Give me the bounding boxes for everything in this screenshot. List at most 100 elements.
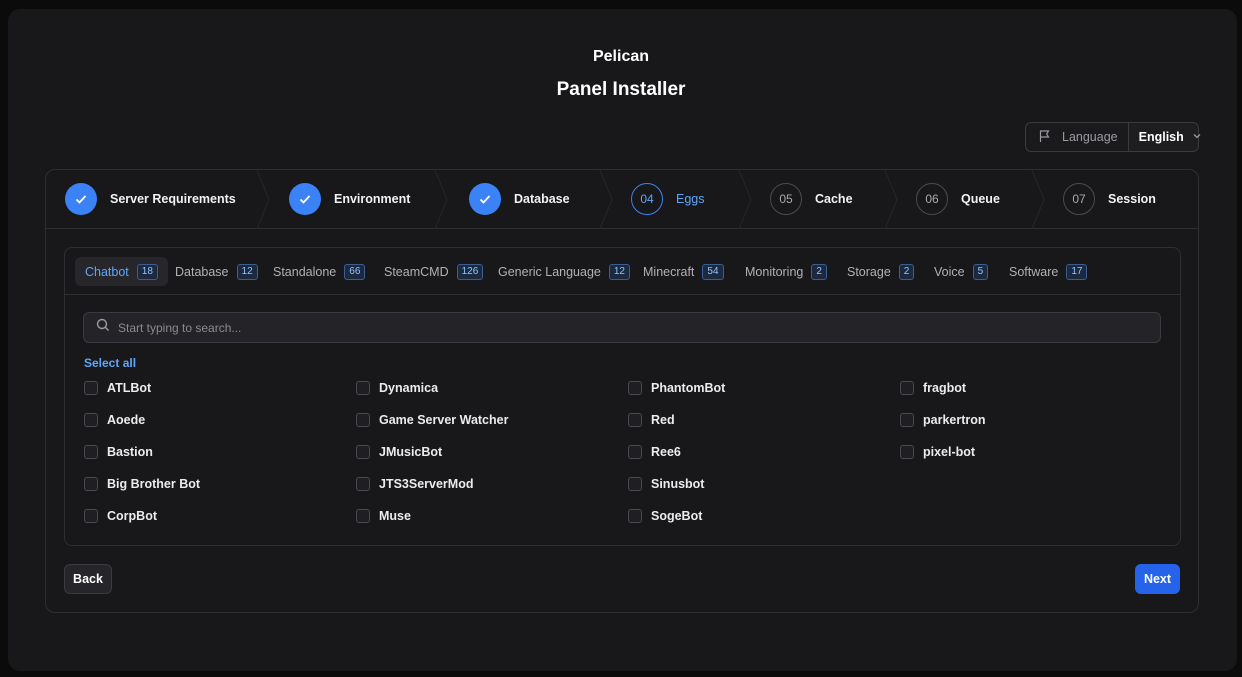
language-selector[interactable]: Language English	[1025, 122, 1201, 152]
checkbox[interactable]	[900, 381, 914, 395]
checkbox[interactable]	[84, 445, 98, 459]
tab-minecraft[interactable]: Minecraft 54	[633, 257, 734, 286]
step-server-requirements[interactable]: Server Requirements	[65, 183, 236, 215]
egg-option[interactable]: Bastion	[84, 445, 153, 459]
checkbox[interactable]	[900, 413, 914, 427]
egg-option[interactable]: JMusicBot	[356, 445, 442, 459]
egg-label: Sinusbot	[651, 477, 705, 491]
step-separator	[884, 170, 898, 229]
step-queue[interactable]: 06 Queue	[916, 183, 1000, 215]
egg-label: Muse	[379, 509, 411, 523]
installer-wizard: Server Requirements Environment Database…	[45, 169, 1199, 613]
search-input[interactable]	[118, 320, 1118, 335]
egg-option[interactable]: Red	[628, 413, 675, 427]
egg-label: JTS3ServerMod	[379, 477, 474, 491]
checkbox[interactable]	[628, 509, 642, 523]
step-separator	[738, 170, 752, 229]
checkbox[interactable]	[628, 477, 642, 491]
tab-database[interactable]: Database 12	[165, 257, 268, 286]
checkbox[interactable]	[356, 413, 370, 427]
step-label: Cache	[815, 192, 853, 206]
tab-count-badge: 2	[898, 263, 915, 280]
check-icon	[289, 183, 321, 215]
egg-option[interactable]: SogeBot	[628, 509, 702, 523]
checkbox[interactable]	[900, 445, 914, 459]
tab-label: Database	[175, 264, 229, 279]
search-icon	[96, 318, 110, 337]
tab-label: Storage	[847, 264, 891, 279]
egg-option[interactable]: Sinusbot	[628, 477, 704, 491]
app-name: Pelican	[592, 48, 650, 65]
step-database[interactable]: Database	[469, 183, 570, 215]
step-label: Eggs	[676, 192, 705, 206]
tab-standalone[interactable]: Standalone 66	[263, 257, 375, 286]
egg-option[interactable]: pixel-bot	[900, 445, 975, 459]
tab-label: SteamCMD	[384, 264, 449, 279]
checkbox[interactable]	[356, 509, 370, 523]
egg-label: Big Brother Bot	[107, 477, 201, 491]
checkbox[interactable]	[84, 381, 98, 395]
tab-chatbot[interactable]: Chatbot 18	[75, 257, 168, 286]
checkbox[interactable]	[628, 413, 642, 427]
step-eggs[interactable]: 04 Eggs	[631, 183, 705, 215]
checkbox[interactable]	[628, 381, 642, 395]
egg-option[interactable]: ATLBot	[84, 381, 151, 395]
egg-label: Red	[651, 413, 675, 427]
tab-count-badge: 17	[1066, 263, 1088, 280]
egg-label: ATLBot	[107, 381, 152, 395]
checkbox[interactable]	[628, 445, 642, 459]
step-separator	[256, 170, 270, 229]
egg-option[interactable]: Aoede	[84, 413, 145, 427]
checkbox[interactable]	[84, 509, 98, 523]
language-dropdown[interactable]: English	[1129, 130, 1212, 144]
tab-label: Voice	[934, 264, 965, 279]
egg-option[interactable]: Ree6	[628, 445, 681, 459]
checkbox[interactable]	[356, 445, 370, 459]
tab-voice[interactable]: Voice 5	[924, 257, 998, 286]
egg-label: parkertron	[923, 413, 986, 427]
step-environment[interactable]: Environment	[289, 183, 410, 215]
egg-option[interactable]: PhantomBot	[628, 381, 725, 395]
back-button[interactable]: Back	[64, 564, 112, 594]
egg-option[interactable]: Dynamica	[356, 381, 438, 395]
step-number: 05	[770, 183, 802, 215]
checkbox[interactable]	[356, 477, 370, 491]
tab-label: Generic Language	[498, 264, 601, 279]
step-label: Session	[1108, 192, 1156, 206]
egg-option[interactable]: fragbot	[900, 381, 966, 395]
language-label: Language	[1062, 130, 1118, 144]
tab-monitoring[interactable]: Monitoring 2	[735, 257, 837, 286]
egg-option[interactable]: Muse	[356, 509, 411, 523]
egg-option[interactable]: Game Server Watcher	[356, 413, 508, 427]
egg-option[interactable]: CorpBot	[84, 509, 157, 523]
select-all-link[interactable]: Select all	[84, 356, 136, 370]
tab-generic-language[interactable]: Generic Language 12	[488, 257, 640, 286]
check-icon	[469, 183, 501, 215]
egg-search-box[interactable]	[83, 312, 1161, 343]
tab-count-badge: 12	[236, 263, 258, 280]
egg-label: JMusicBot	[379, 445, 443, 459]
tab-storage[interactable]: Storage 2	[837, 257, 924, 286]
language-value: English	[1138, 130, 1184, 144]
checkbox[interactable]	[84, 477, 98, 491]
next-button[interactable]: Next	[1135, 564, 1180, 594]
step-cache[interactable]: 05 Cache	[770, 183, 853, 215]
eggs-panel: Chatbot 18 Database 12 Standalone 66 Ste…	[64, 247, 1181, 546]
egg-label: fragbot	[923, 381, 967, 395]
egg-category-tabs: Chatbot 18 Database 12 Standalone 66 Ste…	[65, 248, 1180, 295]
tab-software[interactable]: Software 17	[999, 257, 1097, 286]
check-icon	[65, 183, 97, 215]
tab-steamcmd[interactable]: SteamCMD 126	[374, 257, 493, 286]
page-title: Panel Installer	[556, 79, 686, 100]
checkbox[interactable]	[356, 381, 370, 395]
checkbox[interactable]	[84, 413, 98, 427]
step-session[interactable]: 07 Session	[1063, 183, 1156, 215]
step-separator	[434, 170, 448, 229]
tab-count-badge: 66	[344, 263, 366, 280]
egg-option[interactable]: Big Brother Bot	[84, 477, 200, 491]
egg-label: pixel-bot	[923, 445, 976, 459]
egg-option[interactable]: JTS3ServerMod	[356, 477, 473, 491]
egg-label: Dynamica	[379, 381, 439, 395]
egg-option[interactable]: parkertron	[900, 413, 986, 427]
step-number: 04	[631, 183, 663, 215]
